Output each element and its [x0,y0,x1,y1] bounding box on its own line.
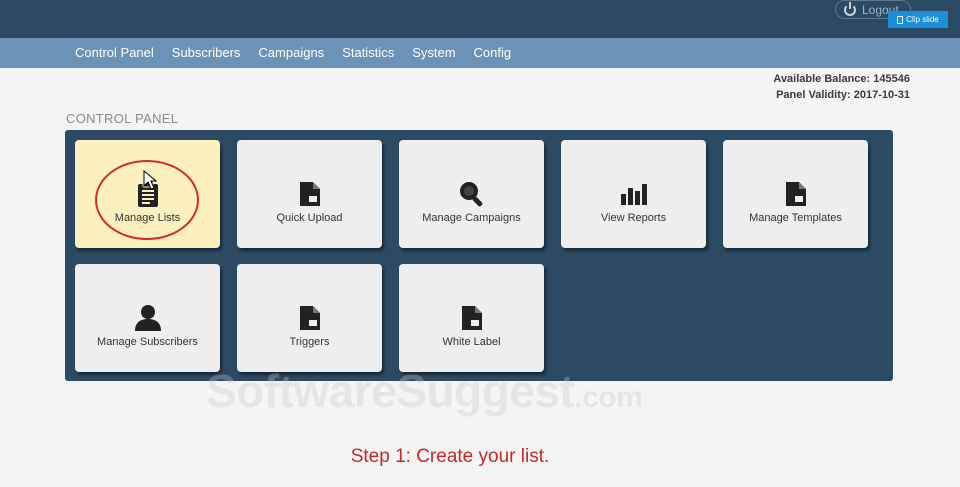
validity-line: Panel Validity: 2017-10-31 [773,87,910,103]
tile-label: Manage Campaigns [422,212,521,224]
account-info: Available Balance: 145546 Panel Validity… [773,71,910,103]
bar-chart-icon [620,180,648,208]
step-caption: Step 1: Create your list. [350,446,550,467]
tile-label: View Reports [600,212,667,224]
file-icon [296,180,324,208]
tile-label: Manage Subscribers [97,336,198,348]
tile-quick-upload[interactable]: Quick Upload [237,140,382,248]
mouse-cursor-icon [143,169,159,190]
nav-config[interactable]: Config [465,38,521,68]
tile-manage-templates[interactable]: Manage Templates [723,140,868,248]
file-icon [296,304,324,332]
section-title: CONTROL PANEL [66,111,179,126]
balance-line: Available Balance: 145546 [773,71,910,87]
tile-label: Quick Upload [276,212,343,224]
watermark: SoftwareSuggest.com [206,364,643,418]
search-icon [458,180,486,208]
tile-view-reports[interactable]: View Reports [561,140,706,248]
watermark-suffix: .com [574,381,643,414]
main-nav: Control Panel Subscribers Campaigns Stat… [0,38,960,68]
user-icon [134,304,162,332]
watermark-main: SoftwareSuggest [206,365,575,417]
file-icon [458,304,486,332]
tile-label: Triggers [289,336,330,348]
tile-label: Manage Templates [749,212,842,224]
tile-manage-subscribers[interactable]: Manage Subscribers [75,264,220,372]
balance-label: Available Balance: [773,73,871,85]
tile-white-label[interactable]: White Label [399,264,544,372]
nav-subscribers[interactable]: Subscribers [163,38,250,68]
nav-control-panel[interactable]: Control Panel [66,38,163,68]
clip-icon [897,15,904,24]
nav-system[interactable]: System [403,38,464,68]
tile-manage-campaigns[interactable]: Manage Campaigns [399,140,544,248]
power-icon [844,1,856,16]
top-bar: Logout Clip slide [0,0,960,38]
validity-value: 2017-10-31 [853,89,910,101]
clip-slide-label: Clip slide [906,15,939,24]
nav-campaigns[interactable]: Campaigns [249,38,333,68]
tile-label: White Label [442,336,501,348]
tile-triggers[interactable]: Triggers [237,264,382,372]
nav-statistics[interactable]: Statistics [333,38,403,68]
clip-slide-button[interactable]: Clip slide [888,11,948,28]
balance-value: 145546 [873,73,910,85]
file-icon [782,180,810,208]
validity-label: Panel Validity: [776,89,851,101]
